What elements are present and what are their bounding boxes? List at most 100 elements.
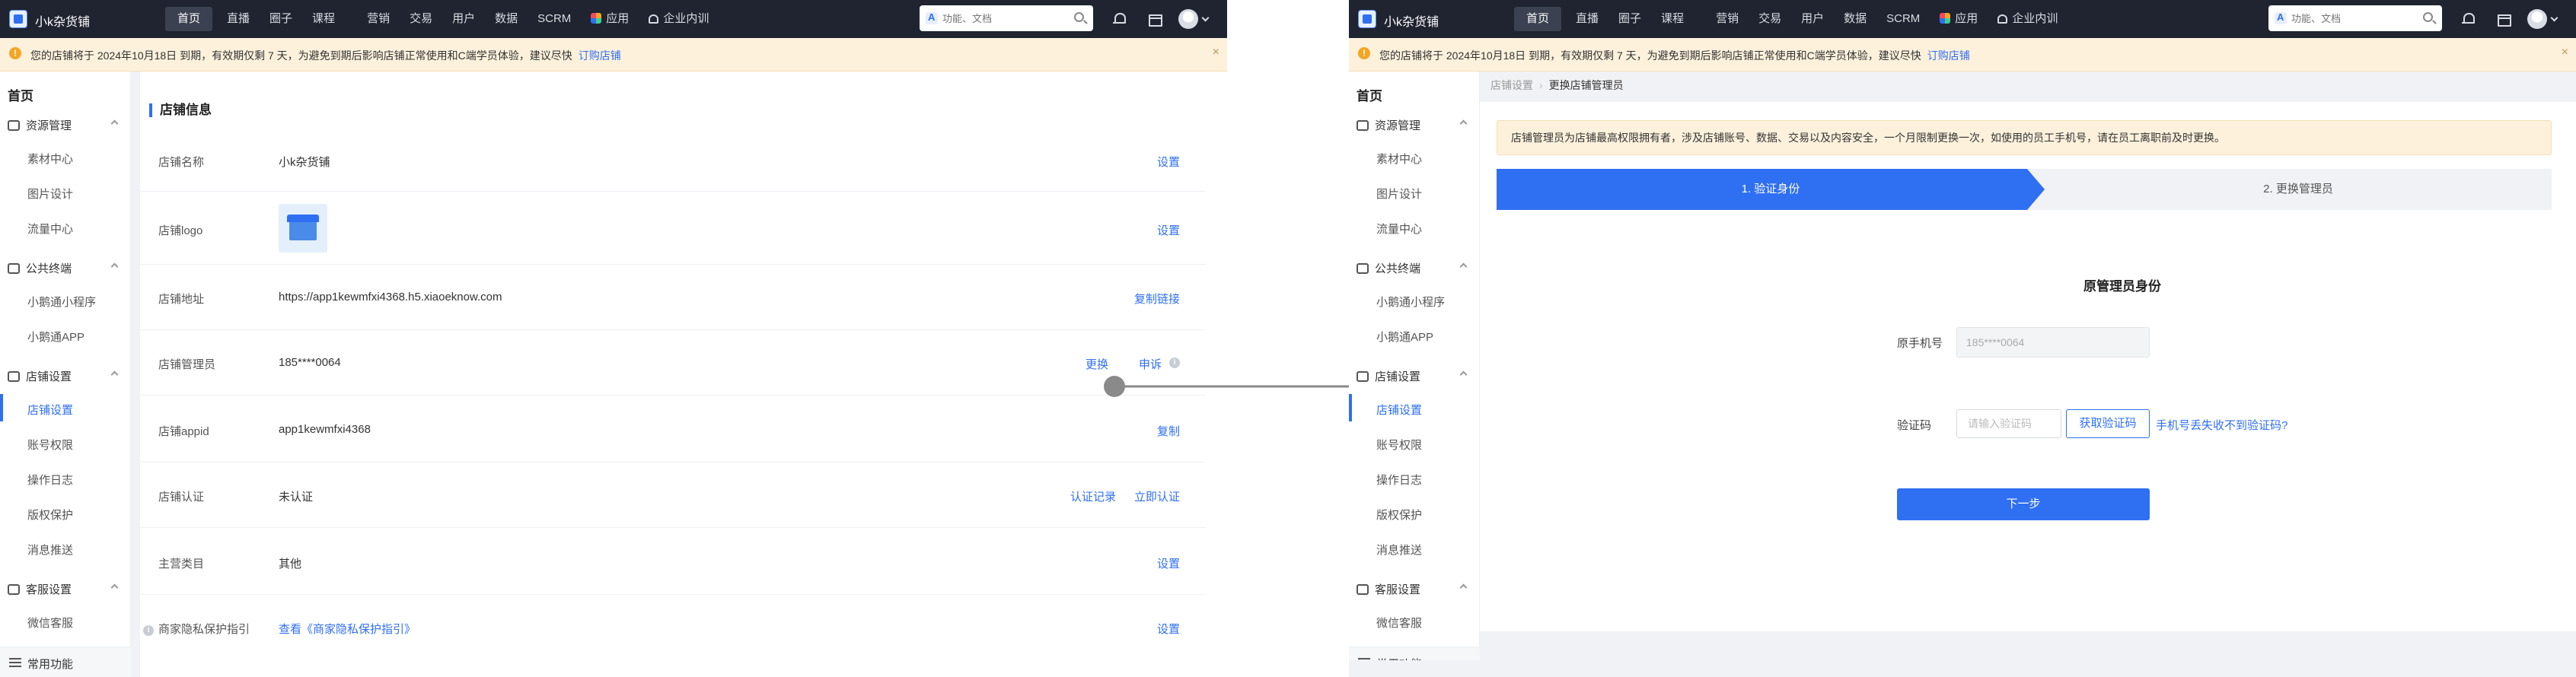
nav-scrm[interactable]: SCRM [1876, 7, 1930, 31]
nav-trade[interactable]: 交易 [1749, 7, 1791, 31]
breadcrumb-store-settings[interactable]: 店铺设置 [1490, 79, 1533, 91]
sidebar-item-app[interactable]: 小鹅通APP [27, 329, 84, 345]
next-step-button[interactable]: 下一步 [1897, 488, 2150, 520]
sidebar-group-resources[interactable]: 资源管理 [8, 117, 122, 133]
nav-circle[interactable]: 圈子 [260, 7, 302, 31]
sidebar-item-copyright[interactable]: 版权保护 [1376, 507, 1422, 523]
search-input[interactable] [942, 11, 1064, 26]
sidebar-home[interactable]: 首页 [8, 85, 33, 104]
search-box[interactable] [920, 5, 1093, 31]
set-name-button[interactable]: 设置 [1157, 154, 1180, 170]
nav-apps[interactable]: 应用 [581, 7, 639, 31]
sidebar-item-account-permissions[interactable]: 账号权限 [1376, 437, 1422, 453]
nav-course[interactable]: 课程 [1651, 7, 1694, 31]
bell-icon[interactable] [2460, 11, 2476, 27]
sidebar-group-customer-service[interactable]: 客服设置 [1357, 581, 1471, 597]
shop-logo-icon[interactable] [1358, 10, 1376, 28]
sidebar-item-message-push[interactable]: 消息推送 [1376, 542, 1422, 558]
search-icon[interactable] [2423, 12, 2433, 22]
sidebar-group-terminals[interactable]: 公共终端 [1357, 260, 1471, 276]
sidebar-item-material-center[interactable]: 素材中心 [1376, 151, 1422, 167]
sidebar-item-store-settings[interactable]: 店铺设置 [1376, 402, 1422, 418]
sidebar-group-store-settings[interactable]: 店铺设置 [1357, 368, 1471, 384]
lost-phone-link[interactable]: 手机号丢失收不到验证码? [2156, 417, 2287, 433]
order-store-link[interactable]: 订购店铺 [1927, 49, 1970, 62]
search-box[interactable] [2268, 5, 2442, 31]
bell-icon[interactable] [1111, 11, 1127, 27]
nav-scrm[interactable]: SCRM [528, 7, 581, 31]
sidebar-group-store-settings[interactable]: 店铺设置 [8, 368, 122, 384]
nav-course[interactable]: 课程 [302, 7, 345, 31]
nav-apps[interactable]: 应用 [1930, 7, 1988, 31]
nav-live[interactable]: 直播 [217, 7, 260, 31]
search-icon[interactable] [1074, 12, 1084, 22]
nav-marketing[interactable]: 营销 [1706, 7, 1749, 31]
sidebar-item-image-design[interactable]: 图片设计 [27, 186, 73, 202]
order-store-link[interactable]: 订购店铺 [579, 49, 621, 62]
avatar[interactable] [2527, 9, 2547, 29]
sidebar-item-material-center[interactable]: 素材中心 [27, 151, 73, 167]
code-label: 验证码 [1897, 419, 1932, 432]
nav-enterprise-training[interactable]: 企业内训 [639, 7, 719, 31]
certification-records-button[interactable]: 认证记录 [1070, 488, 1116, 504]
sidebar-home[interactable]: 首页 [1357, 85, 1382, 104]
sidebar-item-store-settings[interactable]: 店铺设置 [27, 402, 73, 418]
sidebar-group-terminals[interactable]: 公共终端 [8, 260, 122, 276]
copy-link-button[interactable]: 复制链接 [1134, 291, 1180, 307]
nav-data[interactable]: 数据 [1834, 7, 1876, 31]
sidebar-item-copyright[interactable]: 版权保护 [27, 507, 73, 523]
nav-marketing[interactable]: 营销 [357, 7, 400, 31]
nav-users[interactable]: 用户 [442, 7, 485, 31]
breadcrumb-separator-icon: › [1539, 79, 1543, 91]
sidebar-item-operation-log[interactable]: 操作日志 [27, 472, 73, 488]
copy-appid-button[interactable]: 复制 [1157, 423, 1180, 439]
sidebar-item-traffic-center[interactable]: 流量中心 [27, 221, 73, 237]
resource-icon [8, 120, 20, 131]
info-icon[interactable]: i [1169, 358, 1180, 368]
sidebar-item-mini-program[interactable]: 小鹅通小程序 [27, 294, 96, 310]
common-functions-bar[interactable]: 常用功能 [0, 647, 131, 677]
set-privacy-button[interactable]: 设置 [1157, 621, 1180, 637]
get-code-button[interactable]: 获取验证码 [2066, 409, 2150, 438]
sidebar-item-mini-program[interactable]: 小鹅通小程序 [1376, 294, 1445, 310]
shop-name[interactable]: 小k杂货铺 [1384, 11, 1439, 30]
set-logo-button[interactable]: 设置 [1157, 222, 1180, 238]
nav-home[interactable]: 首页 [165, 7, 213, 31]
close-icon[interactable]: × [1213, 46, 1219, 59]
search-input[interactable] [2291, 11, 2413, 26]
sidebar-item-traffic-center[interactable]: 流量中心 [1376, 221, 1422, 237]
step-change-admin: 2. 更换管理员 [2263, 183, 2333, 195]
sidebar-item-image-design[interactable]: 图片设计 [1376, 186, 1422, 202]
sidebar-group-customer-service[interactable]: 客服设置 [8, 581, 122, 597]
sidebar-group-resources[interactable]: 资源管理 [1357, 117, 1471, 133]
chevron-down-icon[interactable] [1201, 14, 1210, 22]
phone-label: 原手机号 [1897, 337, 1943, 350]
nav-live[interactable]: 直播 [1566, 7, 1608, 31]
nav-users[interactable]: 用户 [1791, 7, 1834, 31]
avatar[interactable] [1178, 9, 1198, 29]
store-icon[interactable] [2495, 11, 2511, 27]
nav-trade[interactable]: 交易 [400, 7, 442, 31]
sidebar-item-operation-log[interactable]: 操作日志 [1376, 472, 1422, 488]
set-category-button[interactable]: 设置 [1157, 555, 1180, 571]
privacy-guide-link[interactable]: 查看《商家隐私保护指引》 [279, 621, 416, 637]
nav-data[interactable]: 数据 [485, 7, 528, 31]
verification-code-input[interactable] [1956, 409, 2061, 438]
chevron-down-icon[interactable] [2550, 14, 2558, 22]
nav-enterprise-training[interactable]: 企业内训 [1988, 7, 2067, 31]
sidebar-item-app[interactable]: 小鹅通APP [1376, 329, 1433, 345]
shop-logo-icon[interactable] [9, 10, 27, 28]
sidebar-item-wechat-service[interactable]: 微信客服 [27, 615, 73, 631]
row-store-certification: 店铺认证 未认证 认证记录 立即认证 [140, 462, 1206, 528]
store-icon[interactable] [1146, 11, 1162, 27]
sidebar-group-label: 客服设置 [1375, 583, 1421, 596]
sidebar-group-label: 资源管理 [26, 119, 72, 132]
nav-home[interactable]: 首页 [1514, 7, 1562, 31]
sidebar-item-wechat-service[interactable]: 微信客服 [1376, 615, 1422, 631]
nav-circle[interactable]: 圈子 [1608, 7, 1651, 31]
shop-name[interactable]: 小k杂货铺 [35, 11, 90, 30]
sidebar-item-account-permissions[interactable]: 账号权限 [27, 437, 73, 453]
sidebar-item-message-push[interactable]: 消息推送 [27, 542, 73, 558]
certify-now-button[interactable]: 立即认证 [1134, 488, 1180, 504]
close-icon[interactable]: × [2562, 46, 2568, 59]
